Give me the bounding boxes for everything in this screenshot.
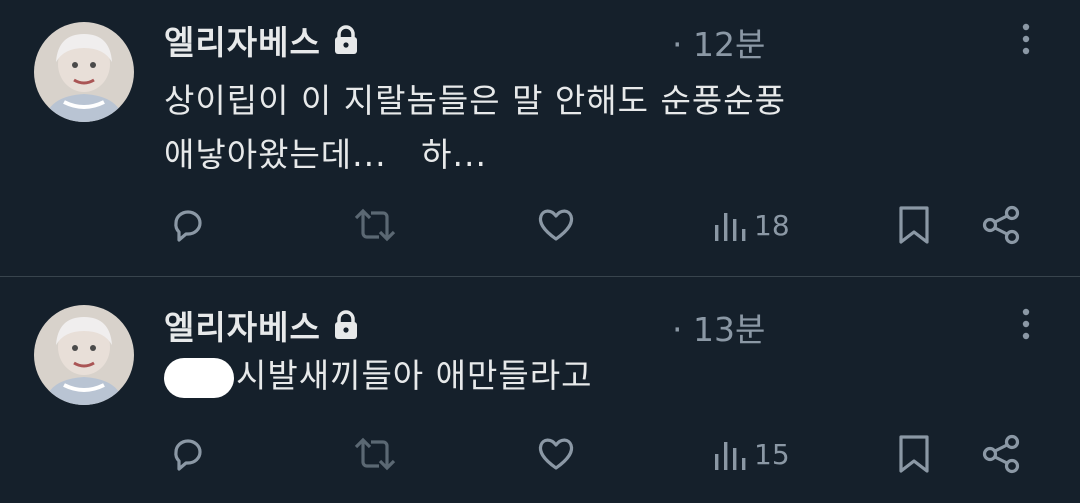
- timestamp[interactable]: · 13분: [672, 303, 765, 351]
- bookmark-button[interactable]: [896, 200, 932, 250]
- action-bar: 18: [0, 200, 1080, 250]
- avatar[interactable]: [34, 305, 134, 405]
- reply-button[interactable]: [166, 429, 210, 479]
- bookmark-button[interactable]: [896, 429, 932, 479]
- views-icon: [715, 213, 746, 241]
- reply-icon: [174, 439, 202, 471]
- action-bar: 15: [0, 429, 1080, 479]
- lock-icon: [334, 25, 357, 54]
- timestamp[interactable]: · 12분: [672, 18, 765, 66]
- like-button[interactable]: [534, 429, 578, 479]
- author-name[interactable]: 엘리자베스: [164, 16, 321, 64]
- tweet-text: 시발새끼들아 애만들라고: [164, 349, 1044, 403]
- redaction-mark: [164, 357, 234, 398]
- avatar[interactable]: [34, 22, 134, 122]
- tweet-text: 상이립이 이 지랄놈들은 말 안해도 순풍순풍 애낳아왔는데... 하...: [164, 74, 1044, 182]
- tweet-item[interactable]: 엘리자베스 · 13분 시발새끼들아 애만들라고 15: [0, 277, 1080, 503]
- heart-icon: [538, 438, 574, 470]
- tweet-text-line: 상이립이 이 지랄놈들은 말 안해도 순풍순풍: [164, 81, 786, 120]
- tweet-text-line: 애낳아왔는데... 하...: [164, 135, 487, 174]
- share-icon: [982, 205, 1020, 245]
- heart-icon: [538, 209, 574, 241]
- views-count: 18: [754, 208, 790, 242]
- share-button[interactable]: [980, 429, 1024, 479]
- more-vertical-icon[interactable]: [1020, 22, 1032, 56]
- retweet-icon: [354, 437, 396, 471]
- reply-icon: [174, 210, 202, 242]
- share-button[interactable]: [980, 200, 1024, 250]
- views-button[interactable]: 18: [712, 200, 790, 250]
- views-icon: [715, 442, 746, 470]
- tweet-text-content: 시발새끼들아 애만들라고: [236, 356, 593, 395]
- tweet-text-line: 시발새끼들아 애만들라고: [164, 349, 1044, 403]
- reply-button[interactable]: [166, 200, 210, 250]
- author-name[interactable]: 엘리자베스: [164, 301, 321, 349]
- retweet-button[interactable]: [352, 200, 398, 250]
- share-icon: [982, 434, 1020, 474]
- more-vertical-icon[interactable]: [1020, 307, 1032, 341]
- lock-icon: [334, 310, 357, 339]
- retweet-icon: [354, 208, 396, 242]
- like-button[interactable]: [534, 200, 578, 250]
- retweet-button[interactable]: [352, 429, 398, 479]
- bookmark-icon: [899, 206, 929, 244]
- views-button[interactable]: 15: [712, 429, 790, 479]
- tweet-item[interactable]: 엘리자베스 · 12분 상이립이 이 지랄놈들은 말 안해도 순풍순풍 애낳아왔…: [0, 0, 1080, 277]
- views-count: 15: [754, 437, 790, 471]
- bookmark-icon: [899, 435, 929, 473]
